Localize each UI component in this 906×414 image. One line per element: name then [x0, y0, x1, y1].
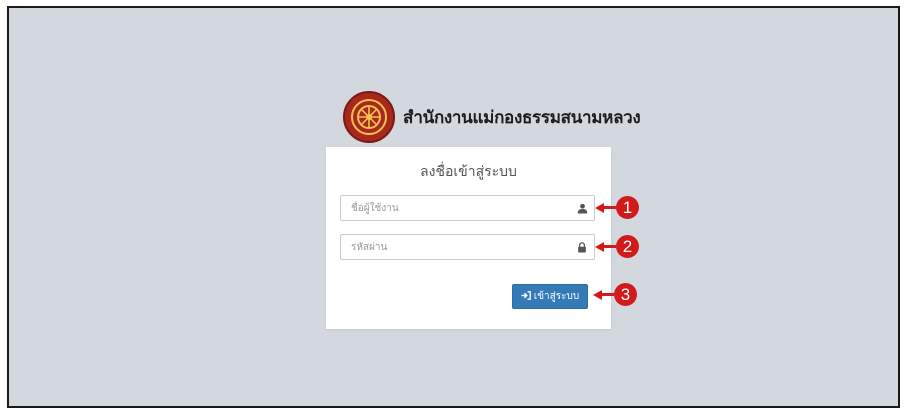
- organization-name: สำนักงานแม่กองธรรมสนามหลวง: [403, 107, 641, 128]
- password-input[interactable]: [341, 235, 570, 259]
- arrow-head-icon: [593, 289, 602, 300]
- annotation-number-2: 2: [616, 235, 639, 258]
- sign-in-icon: [521, 290, 531, 303]
- arrow-head-icon: [595, 202, 604, 213]
- dharma-wheel-seal-icon: [343, 91, 395, 143]
- annotation-number-3: 3: [614, 283, 637, 306]
- login-button-label: เข้าสู่ระบบ: [533, 291, 580, 302]
- brand-header: สำนักงานแม่กองธรรมสนามหลวง: [343, 86, 641, 148]
- login-title: ลงชื่อเข้าสู่ระบบ: [420, 164, 517, 180]
- login-button[interactable]: เข้าสู่ระบบ: [512, 284, 588, 309]
- arrow-head-icon: [595, 241, 604, 252]
- annotation-marker-3: 3: [593, 283, 637, 306]
- username-input[interactable]: [341, 196, 570, 220]
- annotation-marker-1: 1: [595, 196, 639, 219]
- user-icon: [570, 196, 594, 220]
- app-frame: สำนักงานแม่กองธรรมสนามหลวง ลงชื่อเข้าสู่…: [7, 6, 900, 408]
- username-field[interactable]: [340, 195, 595, 221]
- password-field[interactable]: [340, 234, 595, 260]
- login-card: ลงชื่อเข้าสู่ระบบ ชื่อผู้ใช้งาน เข้าสู่ร…: [326, 147, 611, 329]
- annotation-marker-2: 2: [595, 235, 639, 258]
- lock-icon: [570, 235, 594, 259]
- annotation-number-1: 1: [616, 196, 639, 219]
